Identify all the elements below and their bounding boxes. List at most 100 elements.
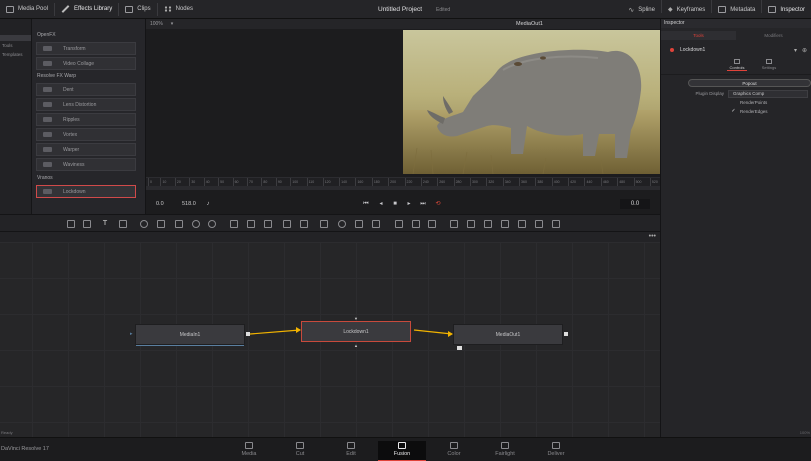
resize-tool-icon[interactable] [247,220,255,228]
checkbox-row-render-points[interactable]: RenderPoints [731,98,811,107]
render-points-checkbox[interactable] [731,100,736,105]
tab-modifiers[interactable]: Modifiers [736,31,811,40]
sub-tab-controls[interactable]: Controls [727,59,747,71]
3d-camera-icon[interactable] [501,220,509,228]
particle-tool-icon[interactable] [395,220,403,228]
play-icon[interactable]: ▸ [405,200,413,208]
page-tab-fusion[interactable]: Fusion [378,441,426,461]
fx-item-vortex[interactable]: Vortex [36,128,136,141]
3d-light-icon[interactable] [518,220,526,228]
pin-icon[interactable]: ⊕ [802,47,807,54]
fx-item-dent[interactable]: Dent [36,83,136,96]
fx-item-lockdown[interactable]: Lockdown [36,185,136,198]
chevron-down-icon[interactable]: ▾ [167,21,178,27]
curves-tool-icon[interactable] [175,220,183,228]
metadata-button[interactable]: Metadata [712,0,761,19]
page-tab-deliver[interactable]: Deliver [532,441,580,461]
loop-icon[interactable]: ⟲ [434,200,442,208]
inspector-divider [661,74,811,75]
node-mediain[interactable]: MediaIn1 [135,324,245,346]
go-to-end-icon[interactable]: ⏭ [419,200,427,208]
clips-button[interactable]: Clips [119,0,156,19]
volume-icon[interactable]: ♪ [204,200,212,208]
3d-shape-icon[interactable] [450,220,458,228]
keyframes-button[interactable]: ◆ Keyframes [662,0,711,19]
color-corrector-icon[interactable] [157,220,165,228]
inspector-icon [768,6,777,13]
fx-thumbnail-icon [37,144,57,155]
3d-text-icon[interactable] [467,220,475,228]
background-tool-icon[interactable] [67,220,75,228]
fx-item-warper[interactable]: Warper [36,143,136,156]
plugin-display-select[interactable]: Graphics Comp [728,89,808,98]
merge-tool-icon[interactable] [230,220,238,228]
tree-item-tools[interactable]: Tools [0,41,31,50]
zoom-dropdown[interactable]: 100% [146,21,167,27]
tree-item-templates[interactable]: Templates [0,50,31,59]
fx-item-lens-distortion[interactable]: Lens Distortion [36,98,136,111]
fx-thumbnail-icon [37,114,57,125]
input-port-icon[interactable]: ▸ [130,331,133,337]
viewer-toolbar: 100% ▾ MediaOut1 [146,19,660,29]
checkbox-row-render-edges[interactable]: ✓ RenderEdges [731,107,811,116]
inspector-button[interactable]: Inspector [762,0,811,19]
effects-library-button[interactable]: Effects Library [55,0,118,19]
particle-render-icon[interactable] [428,220,436,228]
popout-button[interactable]: Popout [688,79,811,87]
range-end-timecode[interactable]: 518.0 [182,199,196,209]
scrub-bar[interactable] [146,186,660,190]
current-frame-field[interactable]: 0.0 [620,199,650,209]
step-back-icon[interactable]: ◂ [377,200,385,208]
sub-tab-settings[interactable]: Settings [759,59,779,71]
node-lockdown[interactable]: Lockdown1 [301,321,411,342]
media-pool-button[interactable]: Media Pool [0,0,54,19]
nodes-button[interactable]: Nodes [158,0,199,19]
rectangle-mask-icon[interactable] [320,220,328,228]
node-editor[interactable]: ••• MediaIn1 ▸ Lockdown1 ▼ ▲ MediaOut1 R… [0,232,660,437]
node-options-icon[interactable]: ▾ [794,47,797,54]
page-tab-fairlight[interactable]: Fairlight [481,441,529,461]
fusion-page-icon [398,442,406,449]
3d-render-icon[interactable] [535,220,543,228]
page-tab-color[interactable]: Color [430,441,478,461]
page-tab-edit[interactable]: Edit [327,441,375,461]
node-mediaout[interactable]: MediaOut1 [453,324,563,345]
go-to-start-icon[interactable]: ⏮ [362,200,370,208]
bottom-port-icon[interactable]: ▲ [354,343,358,348]
spline-button[interactable]: ∿ Spline [622,0,661,19]
mask-port-icon[interactable]: ▼ [354,316,358,321]
render-edges-checkbox[interactable]: ✓ [731,109,736,114]
blur-tool-icon[interactable] [140,220,148,228]
drop-tool-icon[interactable] [208,220,216,228]
link-lockdown-mediaout [413,329,453,335]
page-tab-media[interactable]: Media [225,441,273,461]
brush-tool-icon[interactable] [119,220,127,228]
node-status-line [136,345,244,346]
range-start-timecode[interactable]: 0.0 [156,199,164,209]
fx-item-ripples[interactable]: Ripples [36,113,136,126]
crop-tool-icon[interactable] [283,220,291,228]
text-tool-icon[interactable]: T [101,220,109,228]
fx-item-transform[interactable]: Transform [36,42,136,55]
channel-tool-icon[interactable] [300,220,308,228]
ellipse-mask-icon[interactable] [338,220,346,228]
bspline-mask-icon[interactable] [372,220,380,228]
transform-tool-icon[interactable] [264,220,272,228]
nodes-icon [163,6,172,12]
fx-item-waviness[interactable]: Waviness [36,158,136,171]
tab-tools[interactable]: Tools [661,31,736,40]
page-tab-cut[interactable]: Cut [276,441,324,461]
stop-icon[interactable]: ■ [391,200,399,208]
output-port-icon[interactable] [246,332,250,336]
fx-item-video-collage[interactable]: Video Collage [36,57,136,70]
paint-tool-icon[interactable] [83,220,91,228]
time-ruler[interactable]: 0 10 20 30 40 50 60 70 80 90 100 110 120 140 160 180 200… [146,177,660,187]
particle-emitter-icon[interactable] [412,220,420,228]
glow-tool-icon[interactable] [192,220,200,228]
3d-merge-icon[interactable] [484,220,492,228]
output-port-icon[interactable] [564,332,568,336]
node-preview-icon[interactable] [457,346,462,350]
3d-image-plane-icon[interactable] [552,220,560,228]
settings-icon [766,59,772,64]
polygon-mask-icon[interactable] [355,220,363,228]
